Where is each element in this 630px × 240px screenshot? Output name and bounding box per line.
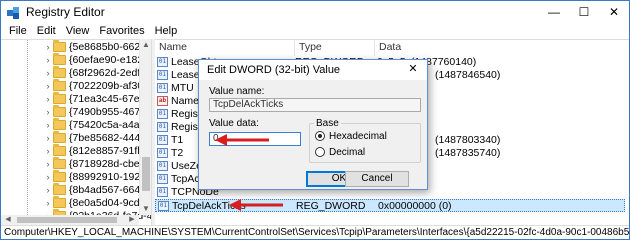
minimize-button[interactable]: —: [539, 1, 569, 23]
chevron-right-icon[interactable]: ›: [43, 159, 53, 169]
tree-item[interactable]: ›{7022209b-af30-403: [1, 79, 151, 93]
dword-value-icon: 01: [157, 187, 168, 197]
registry-editor-window: Registry Editor — ☐ ✕ File Edit View Fav…: [0, 0, 630, 240]
dialog-close-button[interactable]: ✕: [399, 60, 427, 78]
folder-icon: [53, 196, 66, 208]
chevron-right-icon[interactable]: ›: [43, 68, 53, 78]
folder-icon: [53, 53, 66, 65]
dword-value-icon: 01: [157, 109, 168, 119]
decimal-radio-option[interactable]: Decimal: [315, 146, 365, 158]
hexadecimal-radio-option[interactable]: Hexadecimal: [315, 130, 387, 142]
dword-value-icon: 01: [157, 122, 168, 132]
registry-editor-icon: [7, 5, 21, 19]
string-value-icon: ab: [157, 96, 168, 106]
dword-value-icon: 01: [157, 83, 168, 93]
tree-item[interactable]: ›{60efae90-e182-4d2: [1, 53, 151, 67]
column-header-data[interactable]: Data: [375, 40, 629, 56]
radio-unselected-icon[interactable]: [315, 147, 325, 157]
close-button[interactable]: ✕: [599, 1, 629, 23]
folder-icon: [53, 92, 66, 104]
folder-icon: [53, 170, 66, 182]
dword-value-icon: 01: [157, 57, 168, 67]
chevron-right-icon[interactable]: ›: [43, 81, 53, 91]
menu-help[interactable]: Help: [150, 25, 183, 37]
chevron-right-icon[interactable]: ›: [43, 55, 53, 65]
folder-icon: [53, 144, 66, 156]
tree-item[interactable]: ›{8e0a5d04-9cda-4e: [1, 196, 151, 210]
chevron-right-icon[interactable]: ›: [43, 133, 53, 143]
dword-value-icon: 01: [157, 148, 168, 158]
dword-value-icon: 01: [158, 201, 169, 211]
radio-selected-icon[interactable]: [315, 131, 325, 141]
dword-value-icon: 01: [157, 161, 168, 171]
decimal-label: Decimal: [329, 146, 366, 158]
value-type: REG_DWORD: [296, 200, 366, 212]
menu-favorites[interactable]: Favorites: [94, 25, 149, 37]
tree-item[interactable]: ›{8718928d-cbeb-45: [1, 157, 151, 171]
chevron-right-icon[interactable]: ›: [43, 120, 53, 130]
column-header-name[interactable]: Name: [155, 40, 295, 56]
folder-icon: [53, 157, 66, 169]
scroll-right-arrow-icon[interactable]: ▶: [127, 215, 137, 225]
menu-edit[interactable]: Edit: [32, 25, 61, 37]
key-tree: ›{5e8685b0-662b-45 ›{60efae90-e182-4d2 ›…: [1, 39, 151, 219]
scroll-left-arrow-icon[interactable]: ◀: [3, 215, 13, 225]
title-bar: Registry Editor — ☐ ✕: [1, 1, 629, 23]
hexadecimal-label: Hexadecimal: [329, 130, 387, 142]
tree-item[interactable]: ›{5e8685b0-662b-45: [1, 40, 151, 54]
dword-value-icon: 01: [157, 70, 168, 80]
tree-item[interactable]: ›{7490b955-4671-42: [1, 105, 151, 119]
folder-icon: [53, 79, 66, 91]
tree-item[interactable]: ›{7be85682-444b-4e: [1, 131, 151, 145]
value-data: (1487803340): [435, 134, 501, 146]
folder-icon: [53, 66, 66, 78]
chevron-right-icon[interactable]: ›: [43, 146, 53, 156]
folder-icon: [53, 105, 66, 117]
window-title: Registry Editor: [26, 5, 105, 19]
scroll-thumb[interactable]: [17, 217, 117, 223]
cancel-button[interactable]: Cancel: [345, 171, 409, 187]
menu-file[interactable]: File: [4, 25, 32, 37]
value-name: T1: [171, 134, 184, 146]
value-data: (1487835740): [435, 147, 501, 159]
chevron-right-icon[interactable]: ›: [43, 42, 53, 52]
tree-item[interactable]: › {812e8857-91fb-46: [1, 144, 151, 158]
folder-icon: [53, 40, 66, 52]
dword-value-icon: 01: [157, 135, 168, 145]
dword-value-icon: 01: [157, 174, 168, 184]
column-header-type[interactable]: Type: [295, 40, 375, 56]
chevron-right-icon[interactable]: ›: [43, 107, 53, 117]
chevron-right-icon[interactable]: ›: [43, 94, 53, 104]
value-name: TcpDelAckTicks: [172, 200, 246, 212]
value-name: T2: [171, 147, 184, 159]
menu-bar: File Edit View Favorites Help: [1, 23, 629, 39]
dialog-title: Edit DWORD (32-bit) Value: [207, 64, 341, 76]
tree-item[interactable]: ›{75420c5a-a4a4-4e: [1, 118, 151, 132]
tree-item[interactable]: ›{71ea3c45-67e8-46: [1, 92, 151, 106]
value-name-field[interactable]: TcpDelAckTicks: [209, 98, 421, 112]
value-name-label: Value name:: [209, 86, 265, 97]
folder-icon: [53, 118, 66, 130]
status-bar-path: Computer\HKEY_LOCAL_MACHINE\SYSTEM\Curre…: [1, 225, 629, 239]
base-label: Base: [314, 118, 341, 129]
tree-horizontal-scrollbar[interactable]: ◀ ▶: [1, 215, 139, 225]
chevron-right-icon[interactable]: ›: [43, 185, 53, 195]
chevron-right-icon[interactable]: ›: [43, 198, 53, 208]
tree-item[interactable]: ›{68f2962d-2edf-403: [1, 66, 151, 80]
value-row-selected[interactable]: 01 TcpDelAckTicks REG_DWORD 0x00000000 (…: [155, 199, 625, 212]
value-data: 0x00000000 (0): [378, 200, 452, 212]
maximize-button[interactable]: ☐: [569, 1, 599, 23]
value-data-label: Value data:: [209, 118, 259, 129]
tree-item[interactable]: ›{8b4ad567-6644-41: [1, 183, 151, 197]
tree-vertical-scrollbar[interactable]: ▲ ▼: [139, 39, 151, 215]
folder-icon: [53, 183, 66, 195]
chevron-right-icon[interactable]: ›: [43, 172, 53, 182]
value-data-field[interactable]: 0: [209, 132, 301, 146]
menu-view[interactable]: View: [61, 25, 95, 37]
tree-item[interactable]: ›{88992910-192f-453: [1, 170, 151, 184]
value-name: MTU: [171, 82, 194, 94]
folder-icon: [53, 131, 66, 143]
value-data: (1487846540): [435, 69, 501, 81]
scroll-thumb[interactable]: [142, 157, 150, 191]
